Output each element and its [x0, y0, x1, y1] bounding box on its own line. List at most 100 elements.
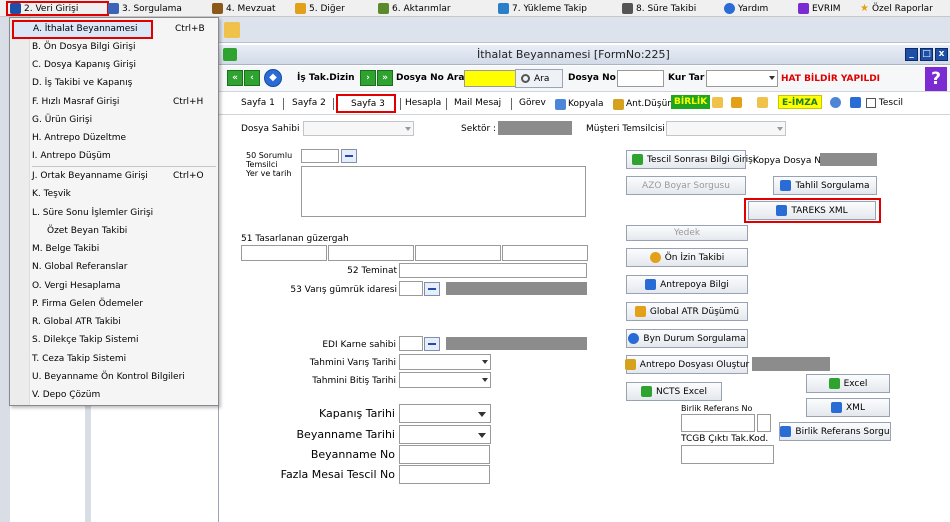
side-panel-scrollbar[interactable]	[85, 405, 91, 522]
folder-icon[interactable]	[712, 97, 723, 108]
menu-item-antrepo-dusum[interactable]: I. Antrepo Düşüm	[10, 147, 218, 165]
next-record-button[interactable]: ›	[360, 70, 376, 86]
kur-tar-combo[interactable]	[706, 70, 778, 87]
tab-sayfa-1[interactable]: Sayfa 1	[238, 96, 278, 112]
maximize-button[interactable]: □	[920, 48, 933, 61]
tescil-checkbox[interactable]: Tescil	[863, 96, 906, 112]
menu-item-sure-sonu[interactable]: L. Süre Sonu İşlemler Girişi	[10, 204, 218, 222]
e-imza-button[interactable]: E-İMZA	[778, 95, 822, 109]
user-icon[interactable]	[830, 97, 841, 108]
tab-hesapla[interactable]: Hesapla	[402, 96, 444, 112]
menu-veri-girisi[interactable]: 2. Veri Girişi	[6, 1, 109, 16]
menu-item-is-takibi[interactable]: D. İş Takibi ve Kapanış	[10, 74, 218, 92]
minimize-button[interactable]: _	[905, 48, 918, 61]
tareks-xml-button[interactable]: TAREKS XML	[748, 201, 876, 220]
menu-item-dosya-kapanis[interactable]: C. Dosya Kapanış Girişi	[10, 56, 218, 74]
menu-evrim[interactable]: EVRIM	[798, 1, 841, 16]
sorumlu-input[interactable]	[301, 149, 339, 163]
menu-mevzuat[interactable]: 4. Mevzuat	[212, 1, 276, 16]
azo-boyar-button[interactable]: AZO Boyar Sorgusu	[626, 176, 746, 195]
yer-tarih-textarea[interactable]	[301, 166, 586, 217]
musteri-temsilcisi-combo[interactable]	[666, 121, 786, 136]
beyanname-no-input[interactable]	[399, 445, 490, 464]
menu-sure-takibi[interactable]: 8. Süre Takibi	[622, 1, 696, 16]
birlik-referans-sorgu-button[interactable]: Birlik Referans Sorgu	[779, 422, 891, 441]
guzergah-field-1[interactable]	[241, 245, 327, 261]
help-button[interactable]: ?	[925, 67, 947, 91]
menu-item-global-atr[interactable]: R. Global ATR Takibi	[10, 313, 218, 331]
menu-yukleme-takip[interactable]: 7. Yükleme Takip	[498, 1, 587, 16]
menu-item-depo-cozum[interactable]: V. Depo Çözüm	[10, 386, 218, 404]
dosya-no-ara-input[interactable]	[464, 70, 516, 87]
ara-button[interactable]: Ara	[515, 69, 563, 88]
document-icon[interactable]	[850, 97, 861, 108]
varis-code-input[interactable]	[399, 281, 423, 296]
menu-diger[interactable]: 5. Diğer	[295, 1, 345, 16]
edi-karne-code-input[interactable]	[399, 336, 423, 351]
menu-sorgulama[interactable]: 3. Sorgulama	[108, 1, 182, 16]
kapanis-tarihi-combo[interactable]	[399, 404, 491, 423]
folder-icon[interactable]	[224, 22, 240, 38]
ncts-excel-button[interactable]: NCTS Excel	[626, 382, 722, 401]
guzergah-field-4[interactable]	[502, 245, 588, 261]
menu-item-ceza-takip[interactable]: T. Ceza Takip Sistemi	[10, 350, 218, 368]
menu-item-tesvik[interactable]: K. Teşvik	[10, 185, 218, 203]
last-record-button[interactable]: »	[377, 70, 393, 86]
yedek-button[interactable]: Yedek	[626, 225, 748, 241]
menu-item-antrepo-duzeltme[interactable]: H. Antrepo Düzeltme	[10, 129, 218, 147]
antrepo-dosyasi-olustur-button[interactable]: Antrepo Dosyası Oluştur	[624, 355, 749, 374]
excel-button[interactable]: Excel	[806, 374, 890, 393]
menu-item-ithalat-beyannamesi[interactable]: A. İthalat Beyannamesi Ctrl+B	[12, 20, 205, 39]
on-izin-takibi-button[interactable]: Ön İzin Takibi	[626, 248, 748, 267]
menu-item-on-dosya[interactable]: B. Ön Dosya Bilgi Girişi	[10, 38, 218, 56]
menu-item-urun-girisi[interactable]: G. Ürün Girişi	[10, 111, 218, 129]
menu-aktarimlar[interactable]: 6. Aktarımlar	[378, 1, 451, 16]
dosya-no-input[interactable]	[617, 70, 664, 87]
tcgb-cikti-input[interactable]	[681, 445, 774, 464]
menu-item-belge-takibi[interactable]: M. Belge Takibi	[10, 240, 218, 258]
birlik-button[interactable]: BİRLİK	[671, 95, 711, 109]
menu-item-global-referanslar[interactable]: N. Global Referanslar	[10, 258, 218, 276]
global-atr-dusumu-button[interactable]: Global ATR Düşümü	[626, 302, 748, 321]
tescil-sonrasi-button[interactable]: Tescil Sonrası Bilgi Girişi	[626, 150, 755, 169]
previous-record-button[interactable]: ‹	[244, 70, 260, 86]
folder-open-icon[interactable]	[757, 97, 768, 108]
tahmini-bitis-combo[interactable]	[399, 372, 491, 388]
menu-item-beyanname-on-kontrol[interactable]: U. Beyanname Ön Kontrol Bilgileri	[10, 368, 218, 386]
menu-item-ortak-beyanname[interactable]: J. Ortak Beyanname Girişi Ctrl+O	[10, 167, 218, 185]
fazla-mesai-input[interactable]	[399, 465, 490, 484]
info-icon[interactable]: ◆	[264, 69, 282, 87]
menu-ozel-raporlar[interactable]: ★ Özel Raporlar	[860, 1, 933, 16]
menu-item-dilekce-takip[interactable]: S. Dilekçe Takip Sistemi	[10, 331, 218, 349]
tahmini-varis-combo[interactable]	[399, 354, 491, 370]
teminat-input[interactable]	[399, 263, 587, 278]
menu-item-vergi-hesaplama[interactable]: O. Vergi Hesaplama	[10, 277, 218, 295]
close-button[interactable]: x	[935, 48, 948, 61]
tab-gorev[interactable]: Görev	[516, 96, 549, 112]
byn-durum-sorgulama-button[interactable]: Byn Durum Sorgulama	[626, 329, 748, 348]
tab-mail-mesaj[interactable]: Mail Mesaj	[451, 96, 504, 112]
upload-icon[interactable]	[731, 97, 742, 108]
tahlil-sorgulama-button[interactable]: Tahlil Sorgulama	[773, 176, 877, 195]
tab-kopyala[interactable]: Kopyala	[552, 96, 607, 112]
varis-lookup-button[interactable]	[424, 282, 440, 296]
tab-sayfa-3[interactable]: Sayfa 3	[336, 94, 396, 113]
birlik-referans-no-input[interactable]	[681, 414, 755, 432]
dosya-sahibi-combo[interactable]	[303, 121, 414, 136]
tab-ant-dusum[interactable]: Ant.Düşüm	[610, 96, 679, 112]
menu-item-hizli-masraf[interactable]: F. Hızlı Masraf Girişi Ctrl+H	[10, 93, 218, 111]
guzergah-field-2[interactable]	[328, 245, 414, 261]
birlik-referans-extra-input[interactable]	[757, 414, 771, 432]
beyanname-tarihi-combo[interactable]	[399, 425, 491, 444]
menu-yardim[interactable]: Yardım	[724, 1, 768, 16]
tcgb-cikti-label: TCGB Çıktı Tak.Kod.	[681, 434, 769, 444]
menu-item-firma-gelen-odemeler[interactable]: P. Firma Gelen Ödemeler	[10, 295, 218, 313]
antrepoya-bilgi-button[interactable]: Antrepoya Bilgi	[626, 275, 748, 294]
xml-button[interactable]: XML	[806, 398, 890, 417]
tab-sayfa-2[interactable]: Sayfa 2	[289, 96, 329, 112]
first-record-button[interactable]: «	[227, 70, 243, 86]
sorumlu-lookup-button[interactable]	[341, 149, 357, 163]
guzergah-field-3[interactable]	[415, 245, 501, 261]
edi-karne-lookup-button[interactable]	[424, 337, 440, 351]
menu-item-ozet-beyan[interactable]: Özet Beyan Takibi	[10, 222, 218, 240]
